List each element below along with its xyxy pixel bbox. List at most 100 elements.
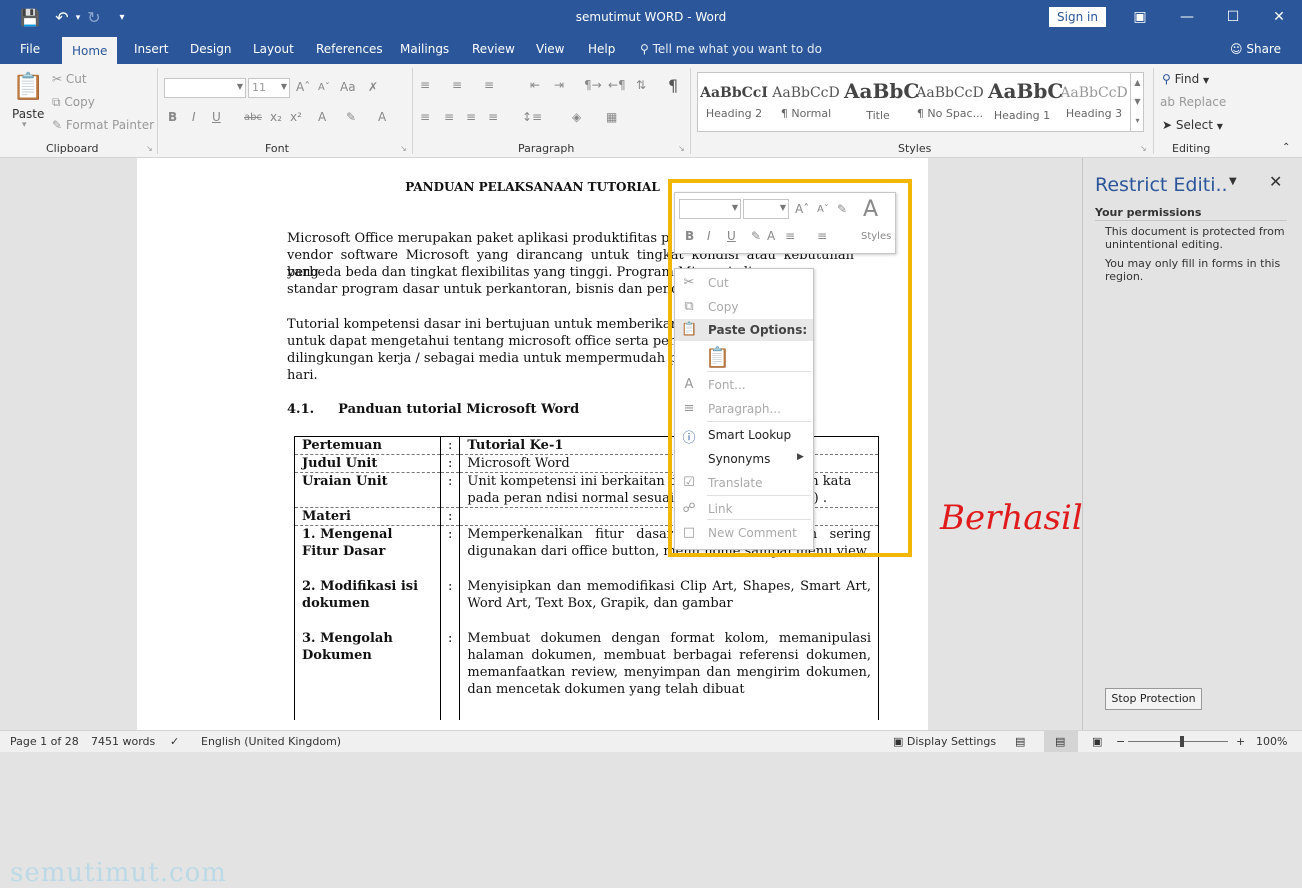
page-count[interactable]: Page 1 of 28 [10, 735, 79, 748]
paragraph-launcher-icon[interactable]: ↘ [678, 144, 685, 153]
maximize-button[interactable]: ☐ [1218, 6, 1248, 28]
tab-insert[interactable]: Insert [134, 42, 168, 56]
table-cell: : [439, 436, 461, 455]
paste-icon[interactable]: 📋 [12, 72, 44, 102]
font-launcher-icon[interactable]: ↘ [400, 144, 407, 153]
stop-protection-button[interactable]: Stop Protection [1105, 688, 1202, 710]
tab-home[interactable]: Home [62, 36, 118, 64]
multilevel-list-icon[interactable]: ≡ [484, 78, 494, 92]
style-name: ¶ Normal [780, 107, 832, 120]
justify-icon[interactable]: ≡ [488, 110, 498, 124]
paste-button[interactable]: Paste [12, 107, 44, 121]
ribbon-display-options-icon[interactable]: ▣ [1125, 6, 1155, 28]
monitor-icon: ▣ [893, 735, 904, 748]
align-right-icon[interactable]: ≡ [466, 110, 476, 124]
lightbulb-icon: ⚲ [640, 42, 649, 56]
scissors-icon: ✂ [52, 72, 63, 86]
style-title[interactable]: AaBbC Title [844, 75, 920, 131]
collapse-ribbon-icon[interactable]: ⌃ [1282, 142, 1290, 153]
find-button[interactable]: ⚲ Find ▼ [1162, 72, 1209, 86]
pane-options-icon[interactable]: ▼ [1229, 176, 1237, 187]
borders-icon[interactable]: ▦ [606, 110, 617, 124]
display-settings[interactable]: ▣ Display Settings [893, 735, 996, 748]
highlight-icon[interactable]: ✎ [346, 110, 356, 124]
tab-help[interactable]: Help [588, 42, 615, 56]
share-button[interactable]: ☺ Share [1230, 42, 1281, 56]
tab-references[interactable]: References [316, 42, 383, 56]
style-preview: AaBbC [844, 79, 920, 103]
copy-button[interactable]: ⧉ Copy [52, 95, 95, 110]
subscript-icon[interactable]: x₂ [270, 110, 282, 124]
style-heading-2[interactable]: AaBbCcI Heading 2 [700, 75, 768, 131]
select-button[interactable]: ➤ Select ▼ [1162, 118, 1223, 132]
change-case-icon[interactable]: Aa [340, 80, 356, 94]
tab-mailings[interactable]: Mailings [400, 42, 449, 56]
style-normal[interactable]: AaBbCcD ¶ Normal [772, 75, 840, 131]
align-center-icon[interactable]: ≡ [444, 110, 454, 124]
numbering-icon[interactable]: ≡ [452, 78, 462, 92]
close-icon[interactable]: ✕ [1269, 172, 1282, 191]
proofing-icon[interactable]: ✓ [170, 735, 179, 748]
clipboard-launcher-icon[interactable]: ↘ [146, 144, 153, 153]
minimize-button[interactable]: — [1172, 6, 1202, 28]
language[interactable]: English (United Kingdom) [201, 735, 341, 748]
strikethrough-icon[interactable]: abc [244, 112, 262, 123]
tell-me-search[interactable]: ⚲ Tell me what you want to do [640, 42, 822, 56]
chevron-down-icon: ▼ [1134, 97, 1141, 106]
style-no-spacing[interactable]: AaBbCcD ¶ No Spac... [916, 75, 984, 131]
show-marks-icon[interactable]: ¶ [668, 76, 678, 95]
section-heading: 4.1. Panduan tutorial Microsoft Word [287, 402, 579, 417]
tell-me-label: Tell me what you want to do [652, 42, 822, 56]
table-cell: Uraian Unit [294, 472, 441, 508]
focus-mode-icon[interactable]: ▤ [1015, 735, 1025, 748]
clear-formatting-icon[interactable]: ✗ [368, 80, 378, 94]
style-heading-1[interactable]: AaBbC Heading 1 [988, 75, 1063, 131]
text-effects-icon[interactable]: A [318, 110, 326, 124]
align-left-icon[interactable]: ≡ [420, 110, 430, 124]
print-layout-icon[interactable]: ▤ [1044, 731, 1078, 752]
font-name-combo[interactable]: ▼ [164, 78, 246, 98]
styles-scroll[interactable]: ▲ ▼ ▾ [1130, 73, 1144, 131]
styles-launcher-icon[interactable]: ↘ [1140, 144, 1147, 153]
font-size-combo[interactable]: 11 ▼ [248, 78, 290, 98]
zoom-out-icon[interactable]: − [1116, 735, 1125, 748]
shading-icon[interactable]: ◈ [572, 110, 581, 124]
tab-design[interactable]: Design [190, 42, 231, 56]
replace-icon: ab [1160, 95, 1175, 109]
close-button[interactable]: ✕ [1264, 6, 1294, 28]
rtl-icon[interactable]: ←¶ [608, 78, 626, 92]
tab-review[interactable]: Review [472, 42, 515, 56]
divider [690, 68, 691, 154]
superscript-icon[interactable]: x² [290, 110, 302, 124]
tab-file[interactable]: File [20, 42, 40, 56]
ltr-icon[interactable]: ¶→ [584, 78, 602, 92]
style-name: ¶ No Spac... [916, 107, 984, 120]
bullets-icon[interactable]: ≡ [420, 78, 430, 92]
paste-dropdown-icon[interactable]: ▾ [22, 120, 27, 130]
sort-icon[interactable]: ⇅ [636, 78, 646, 92]
zoom-slider-thumb[interactable] [1180, 736, 1184, 747]
bold-icon[interactable]: B [168, 110, 177, 124]
zoom-slider[interactable] [1128, 741, 1228, 742]
sign-in-button[interactable]: Sign in [1049, 7, 1106, 27]
italic-icon[interactable]: I [192, 110, 196, 124]
line-spacing-icon[interactable]: ↕≡ [522, 110, 542, 124]
replace-button[interactable]: ab Replace [1160, 95, 1226, 109]
grow-font-icon[interactable]: Aˆ [296, 80, 310, 94]
zoom-in-icon[interactable]: + [1236, 735, 1245, 748]
styles-gallery: AaBbCcI Heading 2 AaBbCcD ¶ Normal AaBbC Ti… [697, 72, 1144, 132]
paragraph-group-label: Paragraph [518, 142, 575, 155]
tab-view[interactable]: View [536, 42, 564, 56]
format-painter-button[interactable]: ✎ Format Painter [52, 118, 154, 132]
shrink-font-icon[interactable]: Aˇ [318, 82, 330, 93]
zoom-level[interactable]: 100% [1256, 735, 1287, 748]
font-color-icon[interactable]: A [378, 110, 386, 124]
underline-icon[interactable]: U [212, 110, 221, 124]
cut-button[interactable]: ✂ Cut [52, 72, 87, 86]
decrease-indent-icon[interactable]: ⇤ [530, 78, 540, 92]
word-count[interactable]: 7451 words [91, 735, 155, 748]
increase-indent-icon[interactable]: ⇥ [554, 78, 564, 92]
web-layout-icon[interactable]: ▣ [1092, 735, 1102, 748]
tab-layout[interactable]: Layout [253, 42, 294, 56]
style-heading-3[interactable]: AaBbCcD Heading 3 [1060, 75, 1128, 131]
